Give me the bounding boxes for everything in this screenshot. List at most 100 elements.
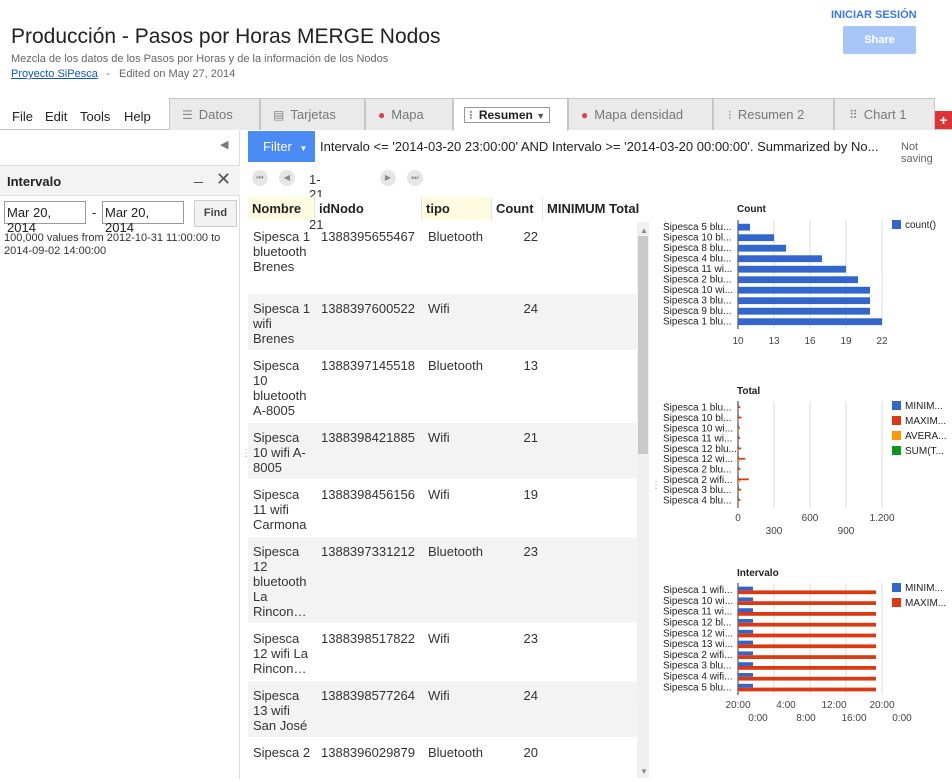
to-date-input[interactable]: Mar 20, 2014 — [102, 201, 184, 235]
charts-panel: Count Sipesca 5 blu... Sipesca 10 bl... Sip… — [656, 196, 952, 779]
tab-tarjetas[interactable]: ▤ Tarjetas — [260, 98, 365, 130]
share-button[interactable]: Share — [843, 26, 916, 54]
category-label: Sipesca 12 wi... — [663, 628, 733, 639]
tick-label: 0:00 — [892, 713, 912, 724]
table-icon: ☰ — [182, 108, 193, 122]
legend-swatch — [892, 401, 901, 410]
scroll-up-icon[interactable]: ▲ — [640, 226, 648, 235]
scrollbar-thumb[interactable] — [638, 236, 648, 454]
category-label: Sipesca 5 blu... — [663, 682, 731, 693]
bar — [738, 666, 876, 670]
bar — [738, 469, 739, 472]
legend-swatch — [892, 220, 901, 229]
tab-resumen-2[interactable]: ⁝ Resumen 2 — [713, 98, 834, 130]
category-label: Sipesca 3 blu... — [663, 295, 731, 306]
tab-mapa[interactable]: ● Mapa — [365, 98, 453, 130]
category-label: Sipesca 13 wi... — [663, 639, 733, 650]
minimize-icon[interactable]: _ — [194, 167, 203, 185]
bar — [738, 676, 876, 681]
tab-datos[interactable]: ☰ Datos — [169, 98, 260, 130]
tab-chart-1[interactable]: ⠿ Chart 1 — [834, 98, 935, 130]
chevron-down-icon[interactable]: ▼ — [536, 111, 545, 121]
panel-splitter-handle[interactable]: ⋮ — [241, 448, 251, 459]
find-button[interactable]: Find — [194, 200, 237, 227]
signin-link[interactable]: INICIAR SESIÓN — [831, 9, 917, 21]
bar — [738, 414, 739, 417]
filter-title: Intervalo — [7, 174, 62, 189]
category-label: Sipesca 10 wi... — [663, 596, 733, 607]
table-row[interactable]: Sipesca 10 wifi A-8005 1388398421885 Wif… — [248, 423, 648, 479]
bar — [738, 683, 753, 688]
table-row[interactable]: Sipesca 11 wifi Carmona 1388398456156 Wi… — [248, 480, 648, 536]
chevron-down-icon: ▼ — [299, 144, 308, 153]
bar — [738, 601, 876, 605]
prev-page-icon[interactable]: ◀ — [279, 170, 295, 186]
bar — [738, 612, 876, 616]
edited-date: Edited on May 27, 2014 — [119, 68, 236, 80]
separator: - — [106, 68, 110, 80]
header: Producción - Pasos por Horas MERGE Nodos… — [0, 0, 952, 96]
category-label: Sipesca 9 blu... — [663, 306, 731, 317]
charts-svg: CountSipesca 5 blu...Sipesca 10 bl...Sip… — [663, 204, 947, 724]
add-tab-button[interactable]: + — [935, 111, 952, 129]
bar — [738, 499, 741, 501]
bar — [738, 497, 739, 500]
tab-resumen[interactable]: ⁝ Resumen ▼ — [453, 98, 568, 131]
tick-label: 10 — [732, 336, 744, 347]
chart-icon: ⠿ — [849, 108, 858, 122]
bar — [738, 586, 753, 591]
column-header-tipo[interactable]: tipo — [422, 197, 492, 220]
save-status: Not saving — [901, 141, 933, 165]
bar — [738, 223, 750, 231]
tick-label: 12:00 — [821, 700, 846, 711]
legend-label: AVERA... — [905, 431, 947, 442]
bar — [738, 644, 876, 649]
first-page-icon[interactable]: ⏮ — [252, 170, 268, 186]
menu-file[interactable]: File — [12, 109, 33, 124]
column-header-minimum-total[interactable]: MINIMUM Total — [543, 197, 648, 220]
bar — [738, 297, 870, 305]
table-row[interactable]: Sipesca 12 bluetooth La Rincon… 13883973… — [248, 537, 648, 623]
table-row[interactable]: Sipesca 10 bluetooth A-8005 138839714551… — [248, 351, 648, 422]
column-header-count[interactable]: Count — [492, 197, 543, 220]
menu-help[interactable]: Help — [124, 109, 151, 124]
bar — [738, 318, 882, 326]
table-row[interactable]: Sipesca 2 1388396029879 Bluetooth 20 1 — [248, 738, 648, 779]
table-row[interactable]: Sipesca 1 bluetooth Brenes 1388395655467… — [248, 222, 648, 293]
bar — [738, 619, 753, 623]
column-header-nombre[interactable]: Nombre — [248, 197, 315, 220]
bar — [738, 445, 739, 448]
collapse-panel-icon[interactable]: ◀ — [220, 138, 228, 151]
bar — [738, 640, 753, 645]
bar — [738, 476, 739, 479]
category-label: Sipesca 8 blu... — [663, 243, 731, 254]
tick-label: 300 — [766, 526, 783, 537]
from-date-input[interactable]: Mar 20, 2014 — [4, 201, 86, 235]
table-scrollbar[interactable]: ▲ ▼ — [637, 222, 649, 778]
bar — [738, 673, 753, 677]
chart-title: Intervalo — [737, 568, 779, 579]
project-link[interactable]: Proyecto SiPesca — [11, 68, 98, 80]
last-page-icon[interactable]: ⏭ — [407, 170, 423, 186]
next-page-icon[interactable]: ▶ — [380, 170, 396, 186]
table-row[interactable]: Sipesca 13 wifi San José 1388398577264 W… — [248, 681, 648, 737]
tab-mapa-densidad[interactable]: ● Mapa densidad — [568, 98, 713, 130]
scroll-down-icon[interactable]: ▼ — [640, 767, 648, 776]
tick-label: 600 — [802, 513, 819, 524]
table-row[interactable]: Sipesca 1 wifi Brenes 1388397600522 Wifi… — [248, 294, 648, 350]
close-icon[interactable]: ✕ — [216, 169, 231, 190]
bar — [738, 687, 876, 692]
bar — [738, 480, 741, 483]
bar — [738, 456, 739, 458]
menu-edit[interactable]: Edit — [45, 109, 67, 124]
column-header-idnodo[interactable]: idNodo — [315, 197, 422, 220]
filter-button[interactable]: Filter ▼ — [248, 131, 315, 162]
bar — [738, 629, 753, 634]
bar — [738, 255, 822, 263]
table-row[interactable]: Sipesca 12 wifi La Rincon… 1388398517822… — [248, 624, 648, 680]
category-label: Sipesca 2 blu... — [663, 274, 731, 285]
tick-label: 19 — [840, 336, 852, 347]
menu-tools[interactable]: Tools — [80, 109, 110, 124]
tick-label: 0:00 — [748, 713, 768, 724]
bar — [738, 651, 753, 656]
